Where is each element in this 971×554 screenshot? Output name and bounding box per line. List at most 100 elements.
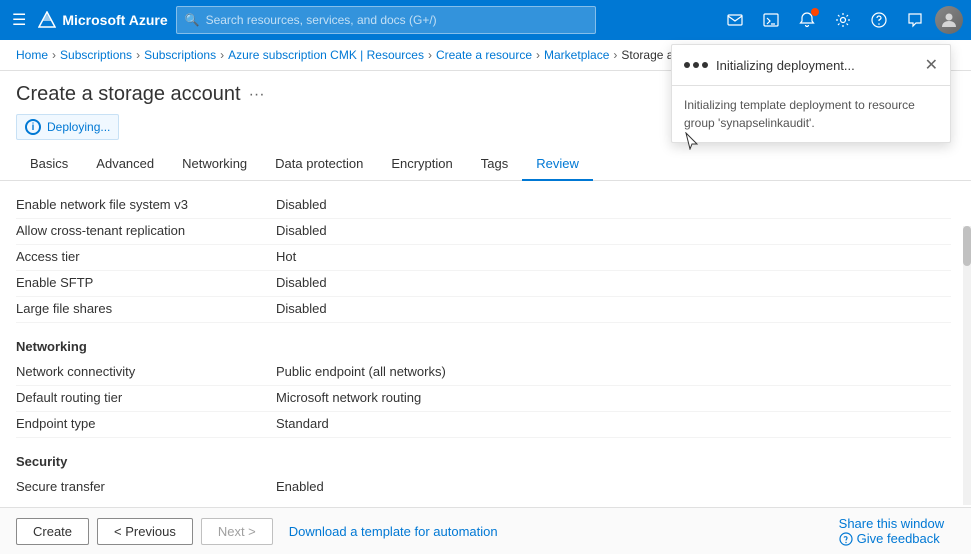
email-icon-btn[interactable] xyxy=(719,4,751,36)
search-icon: 🔍 xyxy=(185,13,200,27)
setting-row-access-tier: Access tier Hot xyxy=(16,245,951,271)
tab-advanced[interactable]: Advanced xyxy=(82,148,168,181)
setting-value-routing: Microsoft network routing xyxy=(276,390,421,405)
setting-value-access-tier: Hot xyxy=(276,249,296,264)
previous-button[interactable]: < Previous xyxy=(97,518,193,545)
create-button[interactable]: Create xyxy=(16,518,89,545)
search-bar[interactable]: 🔍 Search resources, services, and docs (… xyxy=(176,6,596,34)
help-icon xyxy=(871,12,887,28)
tab-networking[interactable]: Networking xyxy=(168,148,261,181)
setting-value-connectivity: Public endpoint (all networks) xyxy=(276,364,446,379)
email-icon xyxy=(727,12,743,28)
breadcrumb-create-resource[interactable]: Create a resource xyxy=(436,48,532,62)
notif-dot-1 xyxy=(684,62,690,68)
setting-value-sftp: Disabled xyxy=(276,275,327,290)
setting-label-replication: Allow cross-tenant replication xyxy=(16,223,276,238)
tabs: Basics Advanced Networking Data protecti… xyxy=(0,148,971,181)
notification-body: Initializing template deployment to reso… xyxy=(672,86,950,142)
setting-value-nfs: Disabled xyxy=(276,197,327,212)
notif-dot-2 xyxy=(693,62,699,68)
setting-row-large-files: Large file shares Disabled xyxy=(16,297,951,323)
tab-tags[interactable]: Tags xyxy=(467,148,522,181)
section-networking: Networking Network connectivity Public e… xyxy=(16,339,951,438)
nav-icons xyxy=(719,4,963,36)
feedback-label: Give feedback xyxy=(857,531,940,546)
tab-data-protection[interactable]: Data protection xyxy=(261,148,377,181)
setting-value-secure-transfer: Enabled xyxy=(276,479,324,494)
breadcrumb-sep-1: › xyxy=(52,48,56,62)
section-security: Security Secure transfer Enabled Allow s… xyxy=(16,454,951,497)
settings-icon xyxy=(835,12,851,28)
notification-icon-btn[interactable] xyxy=(791,4,823,36)
notification-header: Initializing deployment... ✕ xyxy=(672,45,950,86)
tab-encryption[interactable]: Encryption xyxy=(377,148,466,181)
setting-label-nfs: Enable network file system v3 xyxy=(16,197,276,212)
breadcrumb-sep-4: › xyxy=(428,48,432,62)
setting-label-endpoint: Endpoint type xyxy=(16,416,276,431)
breadcrumb-home[interactable]: Home xyxy=(16,48,48,62)
security-heading: Security xyxy=(16,454,951,469)
breadcrumb-marketplace[interactable]: Marketplace xyxy=(544,48,609,62)
app-name: Microsoft Azure xyxy=(62,12,167,28)
tab-basics[interactable]: Basics xyxy=(16,148,82,181)
setting-value-endpoint: Standard xyxy=(276,416,329,431)
setting-label-sftp: Enable SFTP xyxy=(16,275,276,290)
tab-review[interactable]: Review xyxy=(522,148,593,181)
notification-title: Initializing deployment... xyxy=(716,58,917,73)
automation-template-link[interactable]: Download a template for automation xyxy=(289,524,498,539)
footer: Create < Previous Next > Download a temp… xyxy=(0,507,971,554)
setting-row-nfs: Enable network file system v3 Disabled xyxy=(16,193,951,219)
azure-logo-icon xyxy=(38,11,56,29)
feedback-icon-btn[interactable] xyxy=(899,4,931,36)
deploying-bar: i Deploying... xyxy=(16,114,119,140)
breadcrumb-azure-cmk[interactable]: Azure subscription CMK | Resources xyxy=(228,48,424,62)
footer-right: Share this window Give feedback xyxy=(839,516,955,546)
setting-label-large-files: Large file shares xyxy=(16,301,276,316)
content-area: Enable network file system v3 Disabled A… xyxy=(0,181,971,497)
feedback-button[interactable]: Give feedback xyxy=(839,531,940,546)
more-options-icon[interactable]: ··· xyxy=(249,86,265,104)
next-button[interactable]: Next > xyxy=(201,518,273,545)
page-title: Create a storage account xyxy=(16,83,241,106)
breadcrumb-sep-3: › xyxy=(220,48,224,62)
section-advanced: Enable network file system v3 Disabled A… xyxy=(16,193,951,323)
setting-label-routing: Default routing tier xyxy=(16,390,276,405)
notification-popup: Initializing deployment... ✕ Initializin… xyxy=(671,44,951,143)
feedback-icon-footer xyxy=(839,532,853,546)
setting-row-sftp: Enable SFTP Disabled xyxy=(16,271,951,297)
avatar-icon xyxy=(940,11,958,29)
help-icon-btn[interactable] xyxy=(863,4,895,36)
user-avatar[interactable] xyxy=(935,6,963,34)
setting-row-routing: Default routing tier Microsoft network r… xyxy=(16,386,951,412)
setting-label-secure-transfer: Secure transfer xyxy=(16,479,276,494)
networking-heading: Networking xyxy=(16,339,951,354)
terminal-icon xyxy=(763,12,779,28)
breadcrumb-subscriptions-2[interactable]: Subscriptions xyxy=(144,48,216,62)
setting-value-large-files: Disabled xyxy=(276,301,327,316)
setting-row-connectivity: Network connectivity Public endpoint (al… xyxy=(16,360,951,386)
notif-dot-3 xyxy=(702,62,708,68)
settings-icon-btn[interactable] xyxy=(827,4,859,36)
notification-close-button[interactable]: ✕ xyxy=(925,55,938,75)
setting-label-connectivity: Network connectivity xyxy=(16,364,276,379)
search-placeholder: Search resources, services, and docs (G+… xyxy=(206,13,437,27)
setting-row-replication: Allow cross-tenant replication Disabled xyxy=(16,219,951,245)
notification-dots xyxy=(684,62,708,68)
hamburger-icon[interactable]: ☰ xyxy=(8,6,30,34)
scrollbar-track[interactable] xyxy=(963,226,971,505)
share-window-button[interactable]: Share this window xyxy=(839,516,945,531)
breadcrumb-subscriptions-1[interactable]: Subscriptions xyxy=(60,48,132,62)
feedback-icon xyxy=(907,12,923,28)
top-nav: ☰ Microsoft Azure 🔍 Search resources, se… xyxy=(0,0,971,40)
terminal-icon-btn[interactable] xyxy=(755,4,787,36)
info-icon: i xyxy=(25,119,41,135)
breadcrumb-sep-5: › xyxy=(536,48,540,62)
breadcrumb-sep-2: › xyxy=(136,48,140,62)
scrollbar-thumb[interactable] xyxy=(963,226,971,266)
setting-row-secure-transfer: Secure transfer Enabled xyxy=(16,475,951,497)
notification-badge xyxy=(811,8,819,16)
deploying-label: Deploying... xyxy=(47,120,110,134)
breadcrumb-sep-6: › xyxy=(613,48,617,62)
setting-row-endpoint: Endpoint type Standard xyxy=(16,412,951,438)
setting-value-replication: Disabled xyxy=(276,223,327,238)
